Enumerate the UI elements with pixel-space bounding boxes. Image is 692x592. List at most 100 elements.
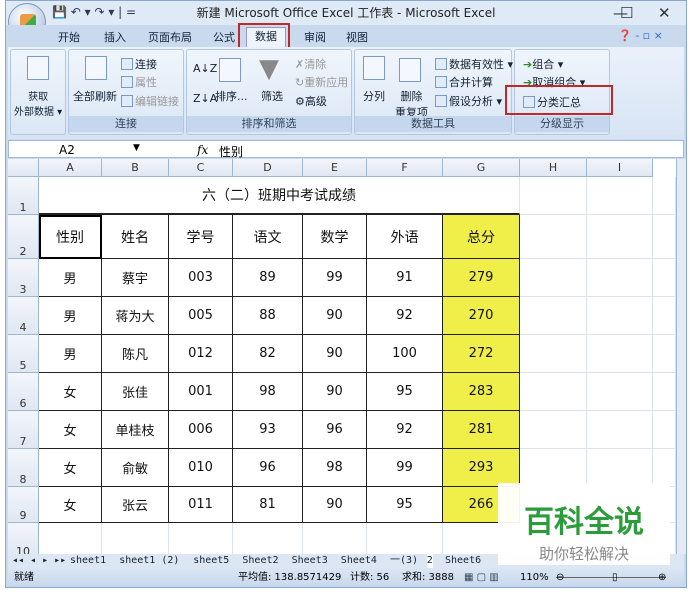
column-header[interactable]: C [169, 159, 233, 177]
cell[interactable] [520, 373, 587, 411]
cell[interactable] [587, 215, 653, 259]
cell[interactable] [587, 373, 653, 411]
data-cell[interactable]: 男 [39, 297, 102, 335]
group-button[interactable]: ➔组合 ▾ [523, 56, 563, 72]
data-cell[interactable]: 98 [233, 373, 303, 411]
cell[interactable] [653, 373, 676, 411]
data-cell[interactable]: 男 [39, 259, 102, 297]
row-header[interactable]: 1 [8, 177, 39, 215]
sheet-tab[interactable]: sheet1 [70, 554, 106, 568]
row-header[interactable]: 8 [8, 449, 39, 487]
cell[interactable] [520, 177, 587, 215]
sheet-tab[interactable]: sheet1 (2) [119, 554, 179, 568]
data-cell[interactable]: 92 [367, 297, 443, 335]
sheet-tab[interactable]: Sheet2 [242, 554, 278, 568]
sort-ascending-button[interactable]: A↓Z [193, 62, 217, 75]
row-header[interactable]: 9 [8, 487, 39, 523]
cell[interactable] [520, 449, 587, 487]
fx-icon[interactable]: fx [197, 143, 208, 157]
cell[interactable] [233, 523, 303, 554]
data-cell[interactable]: 张佳 [102, 373, 169, 411]
sheet-tab[interactable]: Sheet3 [292, 554, 328, 568]
cell[interactable] [520, 259, 587, 297]
data-cell[interactable]: 001 [169, 373, 233, 411]
row-header[interactable]: 3 [8, 259, 39, 297]
data-cell[interactable]: 281 [443, 411, 520, 449]
name-box-dropdown-icon[interactable]: ▼ [133, 143, 140, 153]
tab-review[interactable]: 审阅 [304, 29, 326, 45]
data-cell[interactable]: 92 [367, 411, 443, 449]
sort-descending-button[interactable]: Z↓A [193, 92, 217, 105]
data-cell[interactable]: 88 [233, 297, 303, 335]
data-cell[interactable]: 单桂枝 [102, 411, 169, 449]
quick-access-toolbar[interactable]: 💾 ↶ ▾ ↷ ▾ | = [52, 5, 136, 19]
data-cell[interactable]: 90 [303, 335, 367, 373]
data-cell[interactable]: 96 [233, 449, 303, 487]
connections-button[interactable]: 连接 [121, 56, 157, 72]
cell[interactable] [367, 523, 443, 554]
column-header[interactable]: A [39, 159, 102, 177]
data-cell[interactable]: 272 [443, 335, 520, 373]
cell[interactable] [653, 335, 676, 373]
data-cell[interactable]: 293 [443, 449, 520, 487]
name-box[interactable]: A2 [59, 143, 75, 157]
get-external-data-button[interactable]: 获取 外部数据 ▾ [14, 88, 62, 118]
zoom-in-icon[interactable]: ⊕ [658, 568, 666, 587]
cell[interactable] [587, 297, 653, 335]
row-header[interactable]: 7 [8, 411, 39, 449]
data-cell[interactable]: 003 [169, 259, 233, 297]
data-cell[interactable]: 81 [233, 487, 303, 523]
sheet-tab[interactable]: 一(3) [390, 554, 418, 568]
cell[interactable] [520, 297, 587, 335]
data-cell[interactable]: 90 [303, 297, 367, 335]
tab-home[interactable]: 开始 [58, 29, 80, 45]
properties-button[interactable]: 属性 [121, 74, 157, 90]
data-cell[interactable]: 279 [443, 259, 520, 297]
data-cell[interactable]: 女 [39, 411, 102, 449]
sort-button[interactable]: 排序... [215, 88, 248, 104]
data-cell[interactable]: 011 [169, 487, 233, 523]
sheet-tab[interactable]: Sheet6 [445, 554, 481, 568]
cell[interactable] [653, 215, 676, 259]
data-validation-button[interactable]: 数据有效性 ▾ [435, 56, 513, 72]
column-header[interactable]: B [102, 159, 169, 177]
zoom-level[interactable]: 110% [520, 568, 549, 587]
zoom-slider-thumb[interactable]: ▯ [612, 568, 618, 587]
row-header[interactable]: 4 [8, 297, 39, 335]
data-cell[interactable]: 陈凡 [102, 335, 169, 373]
data-cell[interactable]: 93 [233, 411, 303, 449]
data-cell[interactable]: 男 [39, 335, 102, 373]
data-cell[interactable]: 95 [367, 487, 443, 523]
sheet-title-cell[interactable]: 六（二）班期中考试成绩 [39, 177, 520, 215]
clear-button[interactable]: ✗清除 [295, 56, 326, 72]
vertical-scrollbar[interactable] [676, 159, 686, 554]
formula-input[interactable]: 性别 [219, 143, 243, 160]
maximize-button[interactable]: ☐ [620, 4, 633, 22]
data-cell[interactable]: 96 [303, 411, 367, 449]
header-cell[interactable]: 数学 [303, 215, 367, 259]
header-cell[interactable]: 姓名 [102, 215, 169, 259]
header-cell[interactable]: 外语 [367, 215, 443, 259]
data-cell[interactable]: 99 [367, 449, 443, 487]
header-cell[interactable]: 总分 [443, 215, 520, 259]
data-cell[interactable]: 女 [39, 487, 102, 523]
sheet-nav-buttons[interactable]: ◂◂ ◂ ▸ ▸▸ [12, 554, 66, 568]
cell[interactable] [303, 523, 367, 554]
cell[interactable] [102, 523, 169, 554]
consolidate-button[interactable]: 合并计算 [435, 74, 493, 90]
tab-formulas[interactable]: 公式 [213, 29, 235, 45]
cell[interactable] [169, 523, 233, 554]
cell[interactable] [520, 335, 587, 373]
advanced-button[interactable]: ⚙高级 [295, 93, 327, 109]
data-cell[interactable]: 82 [233, 335, 303, 373]
column-header[interactable]: I [587, 159, 653, 177]
cell[interactable] [587, 449, 653, 487]
data-cell[interactable]: 100 [367, 335, 443, 373]
data-cell[interactable]: 99 [303, 259, 367, 297]
sheet-tab[interactable]: Sheet4 [341, 554, 377, 568]
close-button[interactable]: ✕ [658, 4, 671, 22]
data-cell[interactable]: 270 [443, 297, 520, 335]
header-cell[interactable]: 学号 [169, 215, 233, 259]
tab-page-layout[interactable]: 页面布局 [148, 29, 192, 45]
data-cell[interactable]: 006 [169, 411, 233, 449]
